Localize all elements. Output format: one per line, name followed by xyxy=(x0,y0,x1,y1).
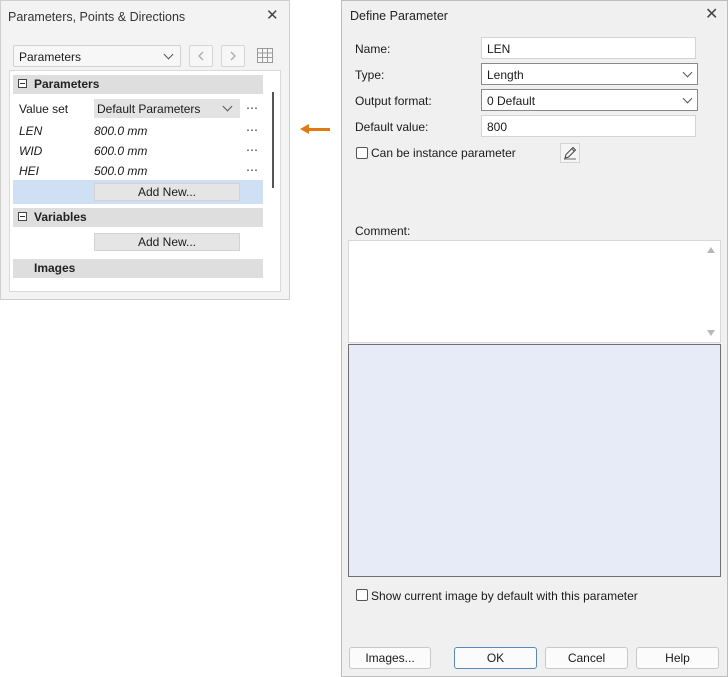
instance-parameter-label: Can be instance parameter xyxy=(371,146,516,160)
value-set-label: Value set xyxy=(19,102,69,116)
previous-button[interactable] xyxy=(189,45,213,67)
scroll-up-icon[interactable] xyxy=(707,247,715,253)
parameter-name: LEN xyxy=(19,124,43,138)
pencil-icon xyxy=(564,146,577,160)
type-value: Length xyxy=(487,68,524,82)
instance-parameter-checkbox[interactable] xyxy=(356,147,368,159)
default-value-label: Default value: xyxy=(355,120,429,134)
section-title: Parameters xyxy=(34,77,100,91)
image-preview-area xyxy=(348,344,721,577)
parameter-value[interactable]: 800.0 mm xyxy=(94,124,147,138)
scroll-down-icon[interactable] xyxy=(707,330,715,336)
next-button[interactable] xyxy=(221,45,245,67)
parameter-name: HEI xyxy=(19,164,40,178)
name-value: LEN xyxy=(487,42,511,56)
ok-button[interactable]: OK xyxy=(454,647,537,669)
grid-view-button[interactable] xyxy=(253,45,277,67)
edit-button[interactable] xyxy=(560,143,580,163)
vertical-scrollbar[interactable] xyxy=(272,92,274,188)
parameters-section-header[interactable]: Parameters xyxy=(13,75,263,94)
collapse-icon[interactable] xyxy=(18,212,27,221)
name-label: Name: xyxy=(355,42,391,56)
panel-view-dropdown[interactable]: Parameters xyxy=(13,45,181,67)
panel-view-dropdown-value: Parameters xyxy=(19,50,82,64)
comment-label: Comment: xyxy=(355,224,411,238)
parameter-name: WID xyxy=(19,144,43,158)
panel-title: Parameters, Points & Directions xyxy=(8,10,186,24)
more-options-icon[interactable]: ⋯ xyxy=(246,101,258,115)
name-field[interactable]: LEN xyxy=(481,37,696,59)
images-section-header[interactable]: Images xyxy=(13,259,263,278)
images-button[interactable]: Images... xyxy=(349,647,431,669)
value-set-dropdown[interactable]: Default Parameters xyxy=(94,99,240,118)
chevron-down-icon xyxy=(682,93,693,104)
type-dropdown[interactable]: Length xyxy=(481,63,698,85)
add-new-variable-button[interactable]: Add New... xyxy=(94,233,240,251)
default-value: 800 xyxy=(487,120,508,134)
chevron-left-icon xyxy=(198,51,204,61)
type-label: Type: xyxy=(355,68,385,82)
show-image-checkbox[interactable] xyxy=(356,589,368,601)
output-format-label: Output format: xyxy=(355,94,432,108)
grid-icon xyxy=(257,48,273,63)
chevron-right-icon xyxy=(230,51,236,61)
arrow-head xyxy=(300,124,309,134)
more-options-icon[interactable]: ⋯ xyxy=(246,143,258,157)
default-value-field[interactable]: 800 xyxy=(481,115,696,137)
add-new-parameter-button[interactable]: Add New... xyxy=(94,183,240,201)
chevron-down-icon xyxy=(682,67,693,78)
more-options-icon[interactable]: ⋯ xyxy=(246,123,258,137)
cancel-button[interactable]: Cancel xyxy=(545,647,628,669)
more-options-icon[interactable]: ⋯ xyxy=(246,163,258,177)
output-format-value: 0 Default xyxy=(487,94,536,108)
collapse-icon[interactable] xyxy=(18,79,27,88)
arrow-left-icon xyxy=(308,128,330,131)
parameter-value[interactable]: 500.0 mm xyxy=(94,164,147,178)
output-format-dropdown[interactable]: 0 Default xyxy=(481,89,698,111)
variables-section-header[interactable]: Variables xyxy=(13,208,263,227)
help-button[interactable]: Help xyxy=(636,647,719,669)
comment-textarea[interactable] xyxy=(348,240,721,343)
show-image-label: Show current image by default with this … xyxy=(371,589,638,603)
close-icon[interactable]: ✕ xyxy=(705,7,718,23)
section-title: Variables xyxy=(34,210,87,224)
value-set-value: Default Parameters xyxy=(97,102,201,116)
chevron-down-icon xyxy=(163,49,174,60)
chevron-down-icon xyxy=(222,101,233,112)
section-title: Images xyxy=(34,261,76,275)
close-icon[interactable]: ✕ xyxy=(266,8,279,23)
parameter-value[interactable]: 600.0 mm xyxy=(94,144,147,158)
dialog-title: Define Parameter xyxy=(350,9,448,23)
